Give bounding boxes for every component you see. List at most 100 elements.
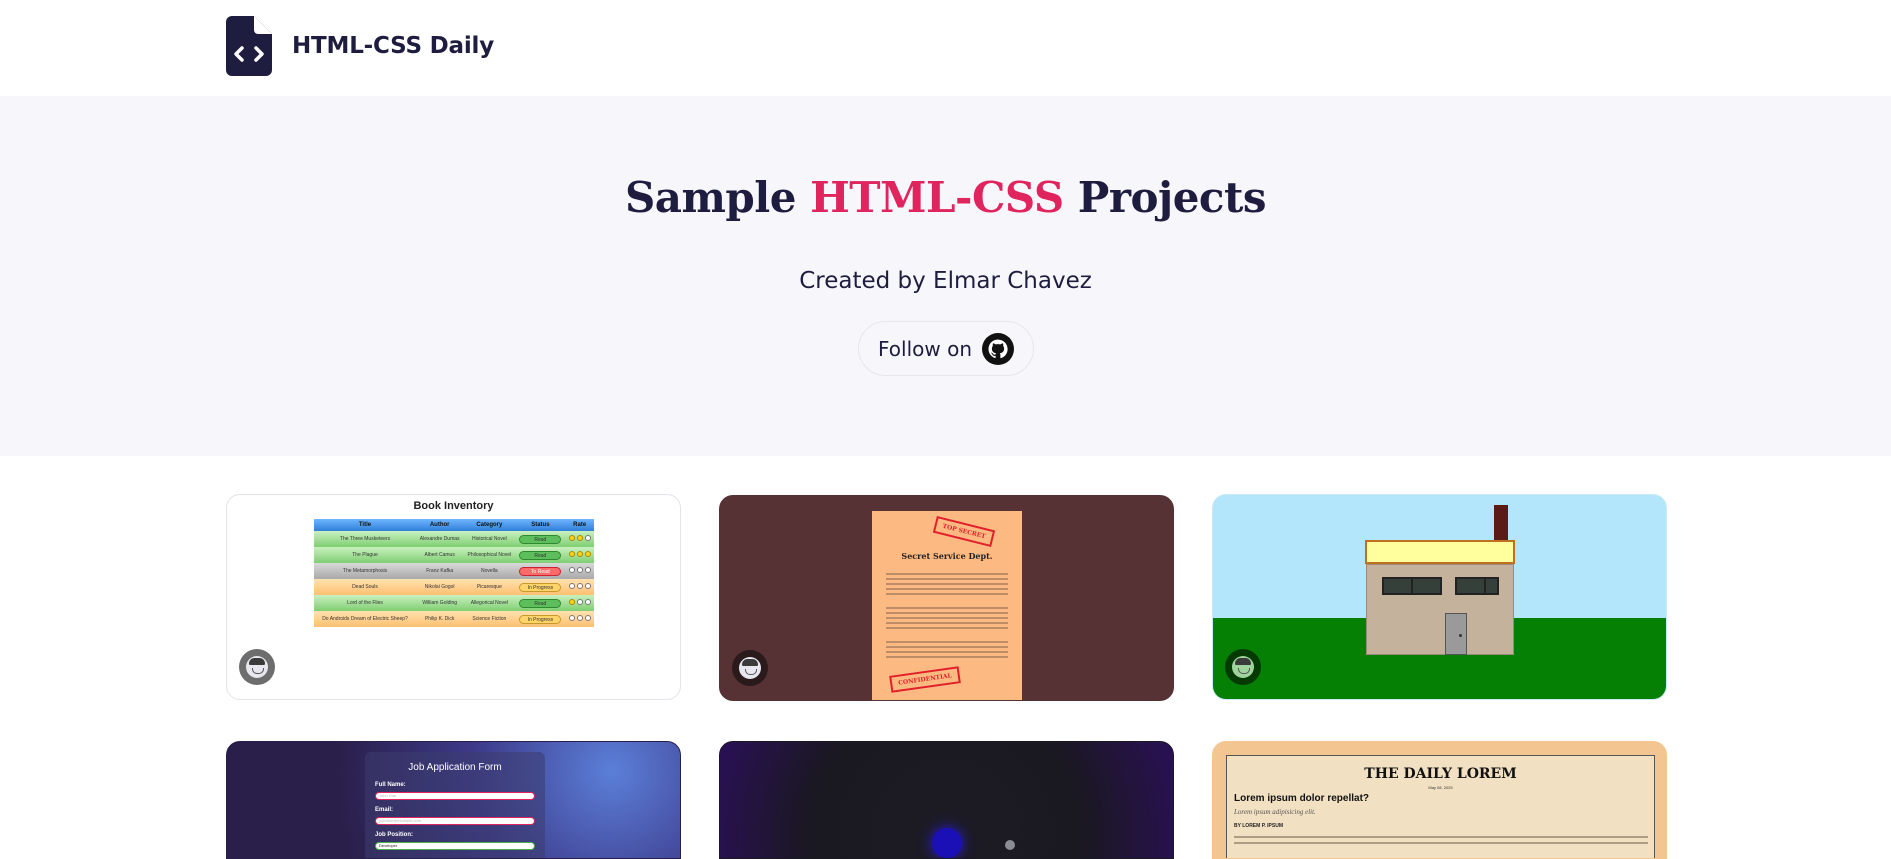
- column-header: Title: [314, 519, 416, 531]
- email-input[interactable]: johndoe@example.com: [375, 817, 535, 825]
- status-cell: Read: [515, 547, 566, 563]
- rating-dot-icon[interactable]: [576, 599, 583, 605]
- full-name-input[interactable]: John Doe: [375, 792, 535, 800]
- house-roof: [1365, 540, 1515, 564]
- newspaper-subhead: Lorem ipsum adipisicing elit.: [1234, 808, 1316, 816]
- rating-dot-icon[interactable]: [584, 615, 591, 621]
- project-card-job-application[interactable]: Job Application Form Full Name: John Doe…: [226, 741, 681, 859]
- project-card-house[interactable]: [1212, 494, 1667, 700]
- document-paragraph: [886, 607, 1008, 632]
- house-window: [1455, 577, 1499, 595]
- rating-cell: [565, 563, 594, 579]
- status-badge[interactable]: Read: [519, 534, 562, 544]
- table-cell: Allegorical Novel: [463, 595, 516, 611]
- rating-dot-icon[interactable]: [568, 567, 575, 573]
- status-badge[interactable]: In Progress: [519, 614, 562, 624]
- table-cell: Albert Camus: [416, 547, 464, 563]
- table-cell: Alexandre Dumas: [416, 531, 464, 547]
- top-secret-stamp: TOP SECRET: [932, 515, 996, 548]
- card-title: Book Inventory: [413, 500, 494, 512]
- table-row: The Three Musketeers Alexandre Dumas Histo…: [314, 531, 594, 547]
- house-wall: [1366, 564, 1514, 655]
- table-cell: Do Androids Dream of Electric Sheep?: [314, 611, 416, 627]
- inventory-table: Title Author Category Status Rate The Th…: [314, 519, 594, 627]
- table-cell: Picaresque: [463, 579, 516, 595]
- follow-github-button[interactable]: Follow on: [858, 321, 1034, 376]
- table-row: Do Androids Dream of Electric Sheep? Phil…: [314, 611, 594, 627]
- document-paragraph: [886, 641, 1008, 661]
- confidential-stamp: CONFIDENTIAL: [889, 666, 961, 693]
- rating-dot-icon[interactable]: [568, 583, 575, 589]
- job-form: Job Application Form Full Name: John Doe…: [365, 752, 545, 858]
- rating-dot-icon[interactable]: [576, 615, 583, 621]
- github-icon: [982, 332, 1014, 365]
- status-badge[interactable]: Read: [519, 598, 562, 608]
- newspaper-date: May 08, 2025: [1428, 785, 1453, 790]
- author-avatar[interactable]: [1225, 649, 1261, 685]
- rating-dot-icon[interactable]: [576, 551, 583, 557]
- gray-dot: [1005, 840, 1015, 850]
- rating-cell: [565, 579, 594, 595]
- rating-cell: [565, 611, 594, 627]
- follow-label: Follow on: [877, 336, 972, 361]
- table-cell: Dead Souls: [314, 579, 416, 595]
- rating-dot-icon[interactable]: [568, 615, 575, 621]
- table-cell: Nikolai Gogol: [416, 579, 464, 595]
- rating-dot-icon[interactable]: [576, 535, 583, 541]
- status-cell: To Read: [515, 563, 566, 579]
- column-header: Author: [416, 519, 464, 531]
- rating-dot-icon[interactable]: [584, 599, 591, 605]
- job-position-select[interactable]: Developer: [375, 842, 535, 850]
- house-window: [1382, 577, 1442, 595]
- table-cell: Philosophical Novel: [463, 547, 516, 563]
- rating-dot-icon[interactable]: [584, 535, 591, 541]
- rating-dot-icon[interactable]: [568, 535, 575, 541]
- rating-cell: [565, 595, 594, 611]
- status-badge[interactable]: To Read: [519, 566, 562, 576]
- table-cell: William Golding: [416, 595, 464, 611]
- top-navbar: HTML-CSS Daily: [0, 0, 1891, 96]
- table-cell: Philip K. Dick: [416, 611, 464, 627]
- page-title: Sample HTML-CSS Projects: [0, 173, 1891, 222]
- avatar-face-icon: [739, 657, 761, 679]
- chimney: [1494, 505, 1508, 541]
- column-header: Category: [463, 519, 516, 531]
- author-avatar[interactable]: [239, 649, 275, 685]
- rating-dot-icon[interactable]: [576, 583, 583, 589]
- status-cell: Read: [515, 595, 566, 611]
- rating-dot-icon[interactable]: [584, 551, 591, 557]
- status-cell: Read: [515, 531, 566, 547]
- hero-section: Sample HTML-CSS Projects Created by Elma…: [0, 96, 1891, 456]
- project-card-dark-orb[interactable]: [719, 741, 1174, 859]
- newspaper-byline: BY LOREM P. IPSUM: [1234, 823, 1283, 829]
- column-header: Status: [515, 519, 566, 531]
- project-card-secret-service[interactable]: TOP SECRET Secret Service Dept. CONFIDEN…: [719, 495, 1174, 701]
- author-avatar[interactable]: [732, 650, 768, 686]
- table-cell: Franz Kafka: [416, 563, 464, 579]
- table-row: The Metamorphosis Franz Kafka Novella To Re…: [314, 563, 594, 579]
- newspaper: THE DAILY LOREM May 08, 2025 Lorem ipsum…: [1226, 755, 1655, 858]
- table-cell: Lord of the Flies: [314, 595, 416, 611]
- newspaper-masthead: THE DAILY LOREM: [1364, 766, 1517, 782]
- table-cell: The Metamorphosis: [314, 563, 416, 579]
- status-badge[interactable]: Read: [519, 550, 562, 560]
- rating-dot-icon[interactable]: [576, 567, 583, 573]
- status-badge[interactable]: In Progress: [519, 582, 562, 592]
- table-cell: Historical Novel: [463, 531, 516, 547]
- rating-dot-icon[interactable]: [584, 583, 591, 589]
- rating-dot-icon[interactable]: [568, 599, 575, 605]
- table-cell: Novella: [463, 563, 516, 579]
- blue-orb: [932, 828, 962, 858]
- column-header: Rate: [565, 519, 594, 531]
- project-card-book-inventory[interactable]: Book Inventory Title Author Category Sta…: [226, 494, 681, 700]
- document-title: Secret Service Dept.: [901, 551, 993, 561]
- brand[interactable]: HTML-CSS Daily: [226, 16, 494, 76]
- rating-cell: [565, 547, 594, 563]
- form-title: Job Application Form: [408, 762, 502, 773]
- rating-dot-icon[interactable]: [568, 551, 575, 557]
- author-credit: Created by Elmar Chavez: [799, 268, 1092, 294]
- table-row: The Plague Albert Camus Philosophical Nove…: [314, 547, 594, 563]
- rating-dot-icon[interactable]: [584, 567, 591, 573]
- table-row: Dead Souls Nikolai Gogol Picaresque In Prog…: [314, 579, 594, 595]
- project-card-daily-lorem[interactable]: THE DAILY LOREM May 08, 2025 Lorem ipsum…: [1212, 741, 1667, 859]
